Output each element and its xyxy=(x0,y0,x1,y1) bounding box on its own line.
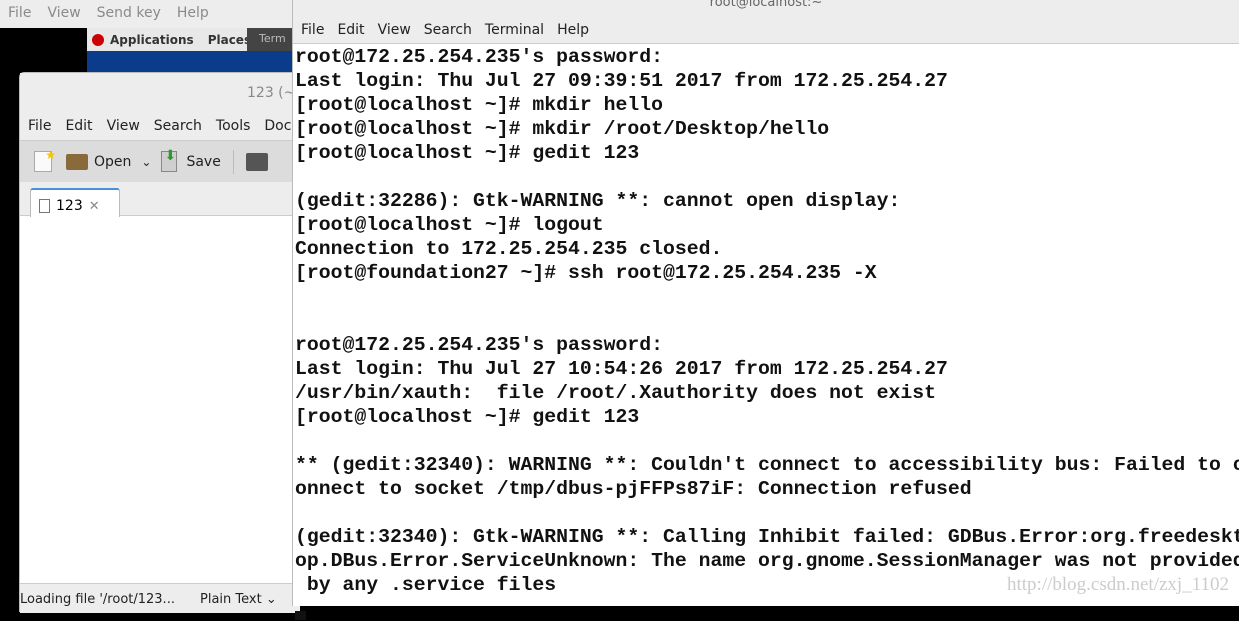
terminal-menu-help[interactable]: Help xyxy=(549,18,594,43)
terminal-line: (gedit:32286): Gtk-WARNING **: cannot op… xyxy=(295,190,901,212)
save-button[interactable]: Save xyxy=(186,154,220,170)
places-menu[interactable]: Places xyxy=(208,33,251,47)
terminal-line: ** (gedit:32340): WARNING **: Couldn't c… xyxy=(295,454,1239,476)
vm-menu-view[interactable]: View xyxy=(39,0,88,28)
terminal-line: /usr/bin/xauth: file /root/.Xauthority d… xyxy=(295,382,937,404)
terminal-window: root@localhost:~ File Edit View Search T… xyxy=(292,0,1239,620)
applications-menu[interactable]: Applications xyxy=(110,33,194,47)
save-icon[interactable]: ⬇ xyxy=(161,148,178,172)
terminal-menu-edit[interactable]: Edit xyxy=(329,18,369,43)
redhat-icon xyxy=(92,33,104,46)
tab-123[interactable]: 123 ✕ xyxy=(30,188,120,217)
terminal-menu-search[interactable]: Search xyxy=(416,18,477,43)
terminal-line: root@172.25.254.235's password: xyxy=(295,334,663,356)
terminal-title: root@localhost:~ xyxy=(293,0,1239,18)
gnome-top-panel: Applications Places Term xyxy=(87,28,292,51)
terminal-task-button[interactable]: Term xyxy=(247,28,292,51)
gedit-title: 123 (~ xyxy=(20,73,298,113)
gedit-menu-view[interactable]: View xyxy=(99,113,146,140)
new-document-icon[interactable]: ★ xyxy=(34,148,56,172)
gedit-menu-search[interactable]: Search xyxy=(146,113,208,140)
terminal-line: Last login: Thu Jul 27 10:54:26 2017 fro… xyxy=(295,358,948,380)
terminal-line: [root@localhost ~]# mkdir hello xyxy=(295,94,663,116)
watermark: http://blog.csdn.net/zxj_1102 xyxy=(1007,574,1229,595)
desktop-background xyxy=(87,51,292,73)
vm-menu-send-key[interactable]: Send key xyxy=(89,0,169,28)
gedit-statusbar: Loading file '/root/123... Plain Text ⌄ xyxy=(20,583,300,613)
terminal-line: [root@localhost ~]# gedit 123 xyxy=(295,406,640,428)
gedit-menubar: File Edit View Search Tools Doc xyxy=(20,113,298,140)
status-text: Loading file '/root/123... xyxy=(20,592,175,607)
terminal-output[interactable]: root@172.25.254.235's password: Last logi… xyxy=(293,44,1239,621)
gedit-menu-tools[interactable]: Tools xyxy=(208,113,257,140)
vm-menu-file[interactable]: File xyxy=(0,0,39,28)
gedit-menu-file[interactable]: File xyxy=(20,113,57,140)
gedit-tabbar: 123 ✕ xyxy=(20,182,298,217)
toolbar-separator xyxy=(232,149,234,174)
terminal-line: Last login: Thu Jul 27 09:39:51 2017 fro… xyxy=(295,70,948,92)
gedit-window: 123 (~ File Edit View Search Tools Doc ★… xyxy=(19,72,300,613)
terminal-line: [root@foundation27 ~]# ssh root@172.25.2… xyxy=(295,262,877,284)
open-dropdown-chevron-icon[interactable]: ⌄ xyxy=(141,155,151,169)
language-selector[interactable]: Plain Text ⌄ xyxy=(200,592,277,607)
terminal-menubar: File Edit View Search Terminal Help xyxy=(293,18,1239,44)
terminal-line: root@172.25.254.235's password: xyxy=(295,46,663,68)
terminal-line: [root@localhost ~]# logout xyxy=(295,214,604,236)
terminal-menu-terminal[interactable]: Terminal xyxy=(477,18,549,43)
terminal-line: op.DBus.Error.ServiceUnknown: The name o… xyxy=(295,550,1239,572)
terminal-line: [root@localhost ~]# gedit 123 xyxy=(295,142,640,164)
vm-menubar: File View Send key Help xyxy=(0,0,300,28)
terminal-line: [root@localhost ~]# mkdir /root/Desktop/… xyxy=(295,118,830,140)
close-tab-icon[interactable]: ✕ xyxy=(89,199,100,214)
terminal-line: Connection to 172.25.254.235 closed. xyxy=(295,238,723,260)
terminal-menu-view[interactable]: View xyxy=(370,18,416,43)
print-icon[interactable] xyxy=(245,152,268,171)
open-folder-icon[interactable] xyxy=(66,153,88,170)
terminal-line: (gedit:32340): Gtk-WARNING **: Calling I… xyxy=(295,526,1239,548)
terminal-line: onnect to socket /tmp/dbus-pjFFPs87iF: C… xyxy=(295,478,972,500)
terminal-menu-file[interactable]: File xyxy=(293,18,329,43)
vm-menu-help[interactable]: Help xyxy=(169,0,217,28)
tab-label: 123 xyxy=(56,198,83,214)
document-icon xyxy=(39,199,50,213)
terminal-cursor xyxy=(295,611,306,620)
gedit-menu-edit[interactable]: Edit xyxy=(57,113,98,140)
open-button[interactable]: Open xyxy=(94,154,131,170)
gedit-toolbar: ★ Open ⌄ ⬇ Save xyxy=(20,140,298,182)
